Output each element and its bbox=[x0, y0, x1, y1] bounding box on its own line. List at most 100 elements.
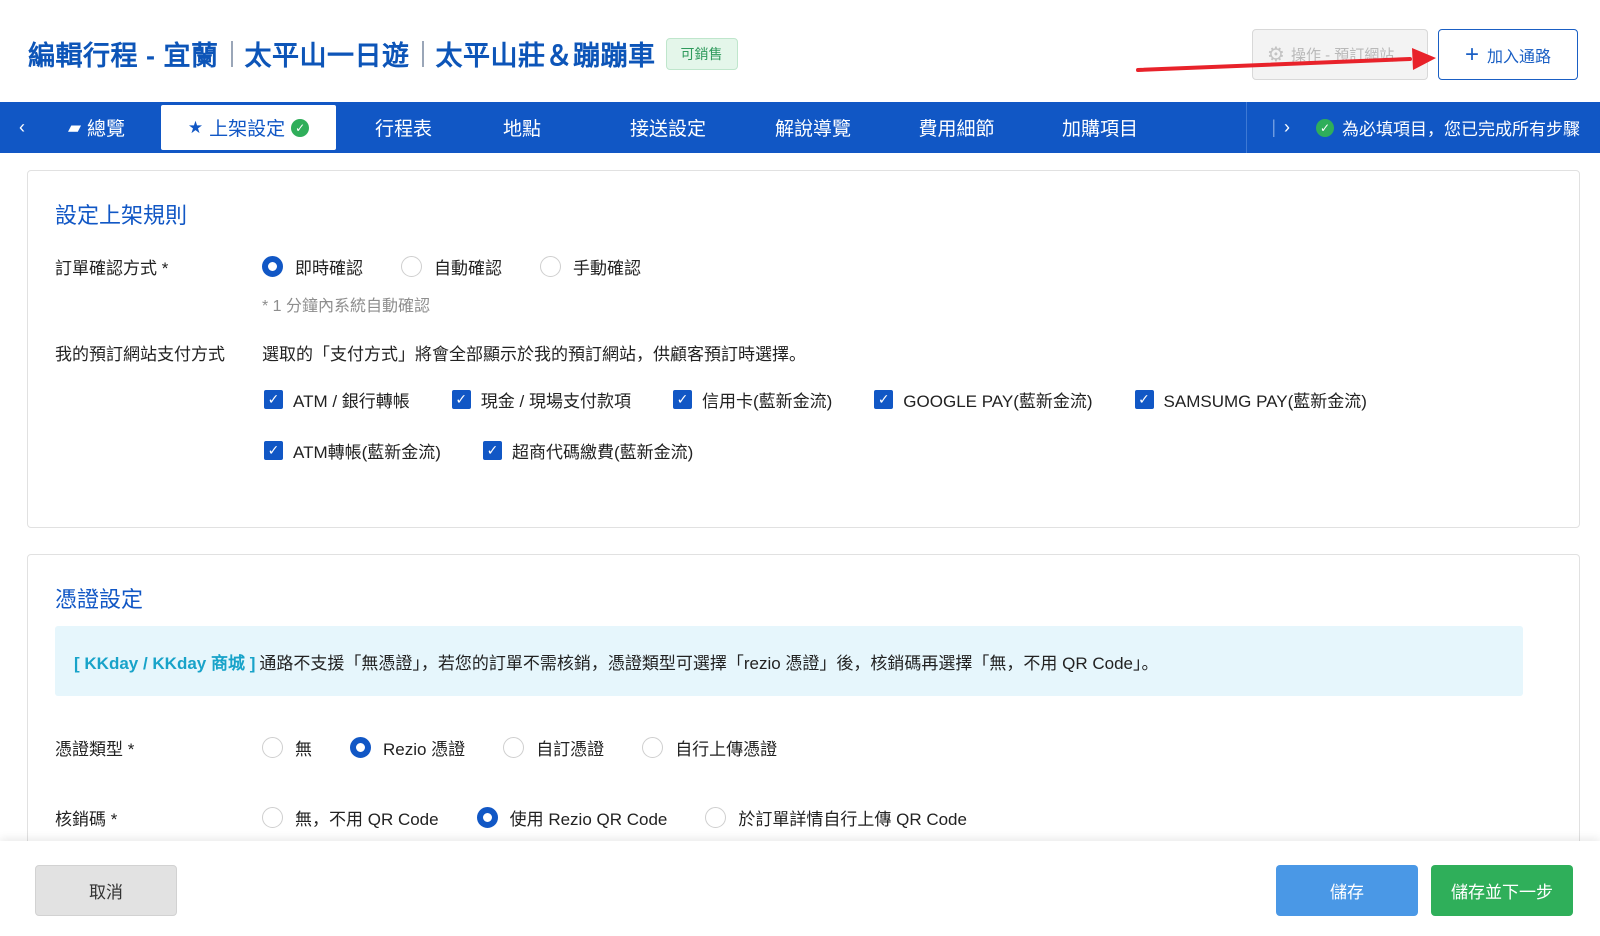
radio-button[interactable] bbox=[476, 807, 498, 828]
channel-info-notice: [ KKday / KKday 商城 ] 通路不支援「無憑證」，若您的訂單不需核… bbox=[55, 626, 1523, 696]
radio-code-rezio-qr[interactable]: 使用 Rezio QR Code bbox=[476, 805, 668, 830]
radio-button[interactable] bbox=[642, 737, 664, 758]
chevron-left-icon[interactable]: ‹ bbox=[0, 117, 44, 138]
payment-options-row-2: ✓ ATM轉帳(藍新金流) ✓ 超商代碼繳費(藍新金流) bbox=[264, 438, 735, 463]
title-separator bbox=[421, 40, 424, 67]
radio-instant-confirm[interactable]: 即時確認 bbox=[262, 254, 363, 279]
title-part-2: 太平山一日遊 bbox=[244, 41, 410, 71]
checkbox-label: 超商代碼繳費(藍新金流) bbox=[511, 443, 694, 462]
footer-action-bar: 取消 儲存 儲存並下一步 bbox=[0, 841, 1600, 936]
add-channel-button[interactable]: + 加入通路 bbox=[1438, 29, 1578, 80]
payment-method-label: 我的預訂網站支付方式 bbox=[55, 345, 225, 364]
tab-fee-details[interactable]: 費用細節 bbox=[863, 102, 1050, 153]
radio-button[interactable] bbox=[350, 737, 371, 758]
radio-auto-confirm[interactable]: 自動確認 bbox=[401, 254, 502, 279]
progress-indicator: | › ✓ 為必填項目，您已完成所有步驟 bbox=[1246, 102, 1600, 153]
radio-button[interactable] bbox=[262, 737, 283, 758]
divider: | bbox=[1271, 117, 1276, 137]
checkbox-checked-icon[interactable]: ✓ bbox=[874, 390, 894, 409]
radio-voucher-none[interactable]: 無 bbox=[262, 735, 312, 760]
radio-label: 於訂單詳情自行上傳 QR Code bbox=[738, 810, 967, 829]
redemption-code-radio-group: 無，不用 QR Code 使用 Rezio QR Code 於訂單詳情自行上傳 … bbox=[262, 805, 1005, 830]
radio-label: 手動確認 bbox=[573, 259, 641, 278]
radio-button[interactable] bbox=[401, 256, 422, 277]
radio-code-upload-qr[interactable]: 於訂單詳情自行上傳 QR Code bbox=[705, 805, 967, 830]
radio-voucher-upload[interactable]: 自行上傳憑證 bbox=[642, 735, 777, 760]
page-header: 編輯行程 - 宜蘭 太平山一日遊 太平山莊＆蹦蹦車 可銷售 ⚙ 操作 - 預訂網… bbox=[0, 0, 1600, 102]
voucher-settings-card: 憑證設定 [ KKday / KKday 商城 ] 通路不支援「無憑證」，若您的… bbox=[27, 554, 1580, 854]
checkbox-checked-icon[interactable]: ✓ bbox=[1134, 390, 1154, 409]
status-badge: 可銷售 bbox=[665, 37, 738, 70]
radio-label: 自動確認 bbox=[434, 259, 502, 278]
checkbox-label: 現金 / 現場支付款項 bbox=[480, 392, 631, 411]
radio-manual-confirm[interactable]: 手動確認 bbox=[540, 254, 641, 279]
voucher-type-label: 憑證類型 * bbox=[55, 740, 135, 759]
plus-icon: + bbox=[1464, 40, 1479, 68]
title-part-1: 編輯行程 - 宜蘭 bbox=[28, 41, 219, 71]
radio-button[interactable] bbox=[262, 256, 283, 277]
radio-voucher-rezio[interactable]: Rezio 憑證 bbox=[350, 735, 465, 760]
checkbox-samsung-pay[interactable]: ✓ SAMSUMG PAY(藍新金流) bbox=[1134, 387, 1367, 412]
folder-icon: ▰ bbox=[67, 117, 82, 137]
radio-voucher-custom[interactable]: 自訂憑證 bbox=[503, 735, 604, 760]
tab-label: 地點 bbox=[502, 119, 541, 140]
checkbox-label: ATM / 銀行轉帳 bbox=[293, 392, 410, 411]
checkbox-label: GOOGLE PAY(藍新金流) bbox=[903, 392, 1093, 411]
checkbox-label: 信用卡(藍新金流) bbox=[701, 392, 833, 411]
radio-label: 自訂憑證 bbox=[536, 740, 605, 759]
check-circle-icon: ✓ bbox=[1316, 118, 1334, 137]
section-title: 憑證設定 bbox=[55, 587, 144, 612]
checkbox-checked-icon[interactable]: ✓ bbox=[264, 441, 283, 460]
checkbox-cash-onsite[interactable]: ✓ 現金 / 現場支付款項 bbox=[451, 387, 631, 412]
page-title: 編輯行程 - 宜蘭 太平山一日遊 太平山莊＆蹦蹦車 可銷售 bbox=[28, 34, 738, 73]
checkbox-convenience-store[interactable]: ✓ 超商代碼繳費(藍新金流) bbox=[482, 438, 694, 463]
tab-label: 解說導覽 bbox=[774, 119, 851, 140]
redemption-code-label: 核銷碼 * bbox=[55, 810, 118, 829]
checkbox-checked-icon[interactable]: ✓ bbox=[264, 390, 283, 409]
add-channel-label: 加入通路 bbox=[1487, 48, 1552, 66]
checkbox-atm-newebpay[interactable]: ✓ ATM轉帳(藍新金流) bbox=[264, 438, 441, 463]
tab-transfer[interactable]: 接送設定 bbox=[573, 102, 763, 153]
radio-label: 自行上傳憑證 bbox=[675, 740, 778, 759]
checkbox-atm-bank-transfer[interactable]: ✓ ATM / 銀行轉帳 bbox=[264, 387, 410, 412]
tab-label: 費用細節 bbox=[918, 119, 995, 140]
checkbox-checked-icon[interactable]: ✓ bbox=[672, 390, 692, 409]
checkbox-checked-icon[interactable]: ✓ bbox=[482, 441, 502, 460]
tab-addons[interactable]: 加購項目 bbox=[1050, 102, 1150, 153]
radio-button[interactable] bbox=[540, 256, 561, 277]
voucher-type-radio-group: 無 Rezio 憑證 自訂憑證 自行上傳憑證 bbox=[262, 735, 815, 760]
save-button[interactable]: 儲存 bbox=[1276, 865, 1418, 916]
check-circle-icon: ✓ bbox=[291, 118, 310, 137]
cancel-button[interactable]: 取消 bbox=[35, 865, 177, 916]
radio-button[interactable] bbox=[705, 807, 727, 828]
radio-button[interactable] bbox=[262, 807, 283, 828]
checkbox-google-pay[interactable]: ✓ GOOGLE PAY(藍新金流) bbox=[874, 387, 1093, 412]
tab-label: 上架設定 bbox=[209, 119, 286, 140]
tab-label: 行程表 bbox=[374, 119, 432, 140]
tab-location[interactable]: 地點 bbox=[471, 102, 573, 153]
checkbox-label: SAMSUMG PAY(藍新金流) bbox=[1163, 392, 1367, 411]
save-and-next-button[interactable]: 儲存並下一步 bbox=[1431, 865, 1573, 916]
tab-label: 總覽 bbox=[87, 119, 126, 140]
tab-publish-settings[interactable]: ★ 上架設定 ✓ bbox=[161, 105, 336, 150]
radio-label: 即時確認 bbox=[295, 259, 363, 278]
star-icon: ★ bbox=[187, 117, 204, 137]
tab-overview[interactable]: ▰ 總覽 bbox=[44, 102, 149, 153]
publish-rules-card: 設定上架規則 訂單確認方式 * 即時確認 自動確認 手動確認 * 1 分鐘內系統… bbox=[27, 170, 1580, 528]
tab-itinerary[interactable]: 行程表 bbox=[336, 102, 471, 153]
tab-label: 接送設定 bbox=[629, 119, 706, 140]
checkbox-label: ATM轉帳(藍新金流) bbox=[293, 443, 441, 462]
tab-guide[interactable]: 解說導覽 bbox=[763, 102, 863, 153]
radio-button[interactable] bbox=[503, 737, 525, 758]
confirm-method-radio-group: 即時確認 自動確認 手動確認 bbox=[262, 254, 679, 279]
chevron-right-icon[interactable]: › bbox=[1284, 117, 1290, 138]
radio-label: 使用 Rezio QR Code bbox=[509, 810, 668, 829]
radio-code-none[interactable]: 無，不用 QR Code bbox=[262, 805, 439, 830]
notice-text: 通路不支援「無憑證」，若您的訂單不需核銷，憑證類型可選擇「rezio 憑證」後，… bbox=[259, 653, 1159, 673]
channel-tag: [ KKday / KKday 商城 ] bbox=[74, 653, 256, 673]
checkbox-checked-icon[interactable]: ✓ bbox=[451, 390, 471, 409]
confirm-method-label: 訂單確認方式 * bbox=[55, 259, 169, 278]
checkbox-credit-card[interactable]: ✓ 信用卡(藍新金流) bbox=[672, 387, 833, 412]
confirm-hint: * 1 分鐘內系統自動確認 bbox=[262, 298, 431, 315]
title-separator bbox=[230, 40, 233, 67]
